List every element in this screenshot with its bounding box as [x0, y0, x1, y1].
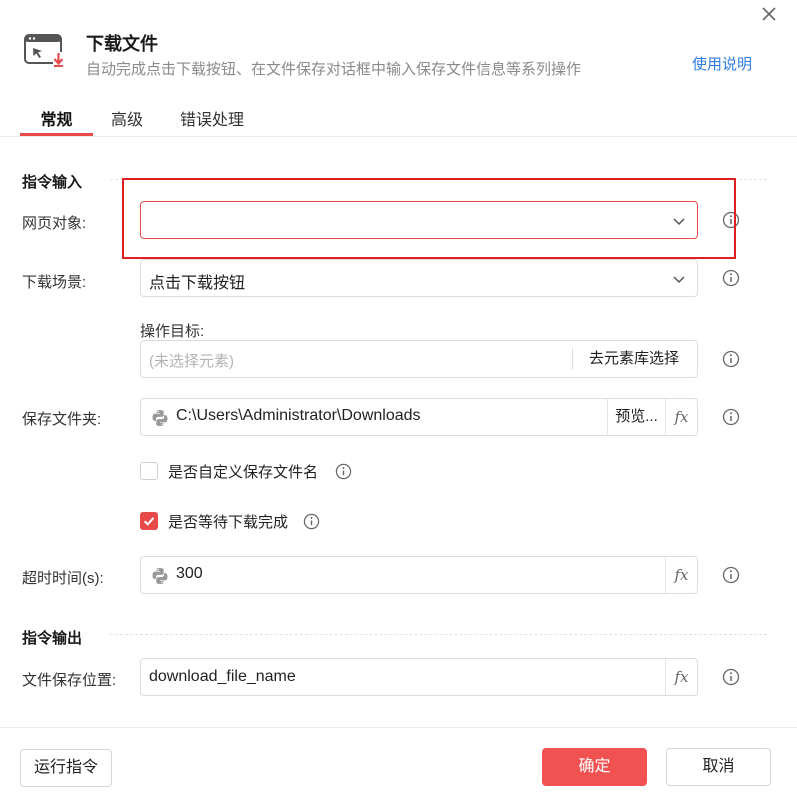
checkmark-icon — [143, 517, 155, 526]
info-icon[interactable] — [722, 269, 740, 287]
footer-divider — [0, 727, 797, 728]
help-link[interactable]: 使用说明 — [692, 53, 752, 74]
browse-button[interactable]: 预览... — [607, 399, 665, 435]
download-scene-label: 下载场景: — [22, 274, 87, 291]
custom-filename-checkbox[interactable] — [140, 462, 158, 480]
info-icon[interactable] — [303, 513, 320, 530]
wait-complete-label: 是否等待下载完成 — [168, 514, 289, 531]
tab-advanced[interactable]: 高级 — [111, 106, 143, 130]
run-command-button[interactable]: 运行指令 — [20, 749, 112, 787]
tab-divider — [0, 136, 797, 137]
web-object-label: 网页对象: — [22, 215, 87, 232]
section-title-input: 指令输入 — [22, 174, 83, 191]
section-divider — [110, 634, 767, 635]
save-position-input[interactable]: download_file_name fx — [140, 658, 698, 696]
tab-general[interactable]: 常规 — [20, 106, 93, 130]
save-folder-input[interactable]: C:\Users\Administrator\Downloads 预览... f… — [140, 398, 698, 436]
timeout-value: 300 — [176, 565, 203, 582]
python-icon — [152, 410, 168, 426]
confirm-button[interactable]: 确定 — [542, 748, 647, 786]
info-icon[interactable] — [335, 463, 352, 480]
cancel-button[interactable]: 取消 — [666, 748, 771, 786]
save-position-label: 文件保存位置: — [22, 672, 117, 689]
info-icon[interactable] — [722, 408, 740, 426]
wait-complete-option: 是否等待下载完成 — [140, 512, 330, 532]
page-subtitle: 自动完成点击下载按钮、在文件保存对话框中输入保存文件信息等系列操作 — [86, 61, 582, 78]
highlight-box — [122, 178, 736, 259]
fx-button[interactable]: fx — [665, 557, 697, 593]
info-icon[interactable] — [722, 668, 740, 686]
save-folder-label: 保存文件夹: — [22, 411, 102, 428]
target-label: 操作目标: — [140, 323, 205, 340]
target-element-field[interactable]: (未选择元素) 去元素库选择 — [140, 340, 698, 378]
close-button[interactable] — [757, 2, 781, 26]
section-title-output: 指令输出 — [22, 630, 83, 647]
page-title: 下载文件 — [86, 34, 158, 54]
wait-complete-checkbox[interactable] — [140, 512, 158, 530]
info-icon[interactable] — [722, 566, 740, 584]
tab-error-handling[interactable]: 错误处理 — [180, 106, 244, 130]
fx-button[interactable]: fx — [665, 659, 697, 695]
download-file-icon — [24, 34, 64, 68]
download-scene-value: 点击下载按钮 — [149, 275, 246, 292]
divider — [572, 348, 573, 370]
timeout-input[interactable]: 300 fx — [140, 556, 698, 594]
custom-filename-label: 是否自定义保存文件名 — [168, 464, 319, 481]
chevron-down-icon — [673, 276, 685, 284]
custom-filename-option: 是否自定义保存文件名 — [140, 462, 360, 482]
save-position-value: download_file_name — [149, 668, 296, 685]
close-icon — [762, 7, 776, 21]
python-icon — [152, 568, 168, 584]
info-icon[interactable] — [722, 350, 740, 368]
save-folder-value: C:\Users\Administrator\Downloads — [176, 407, 421, 424]
fx-button[interactable]: fx — [665, 399, 697, 435]
pick-from-library-button[interactable]: 去元素库选择 — [571, 341, 697, 377]
target-placeholder: (未选择元素) — [149, 353, 234, 370]
download-scene-select[interactable]: 点击下载按钮 — [140, 259, 698, 297]
timeout-label: 超时时间(s): — [22, 570, 104, 587]
